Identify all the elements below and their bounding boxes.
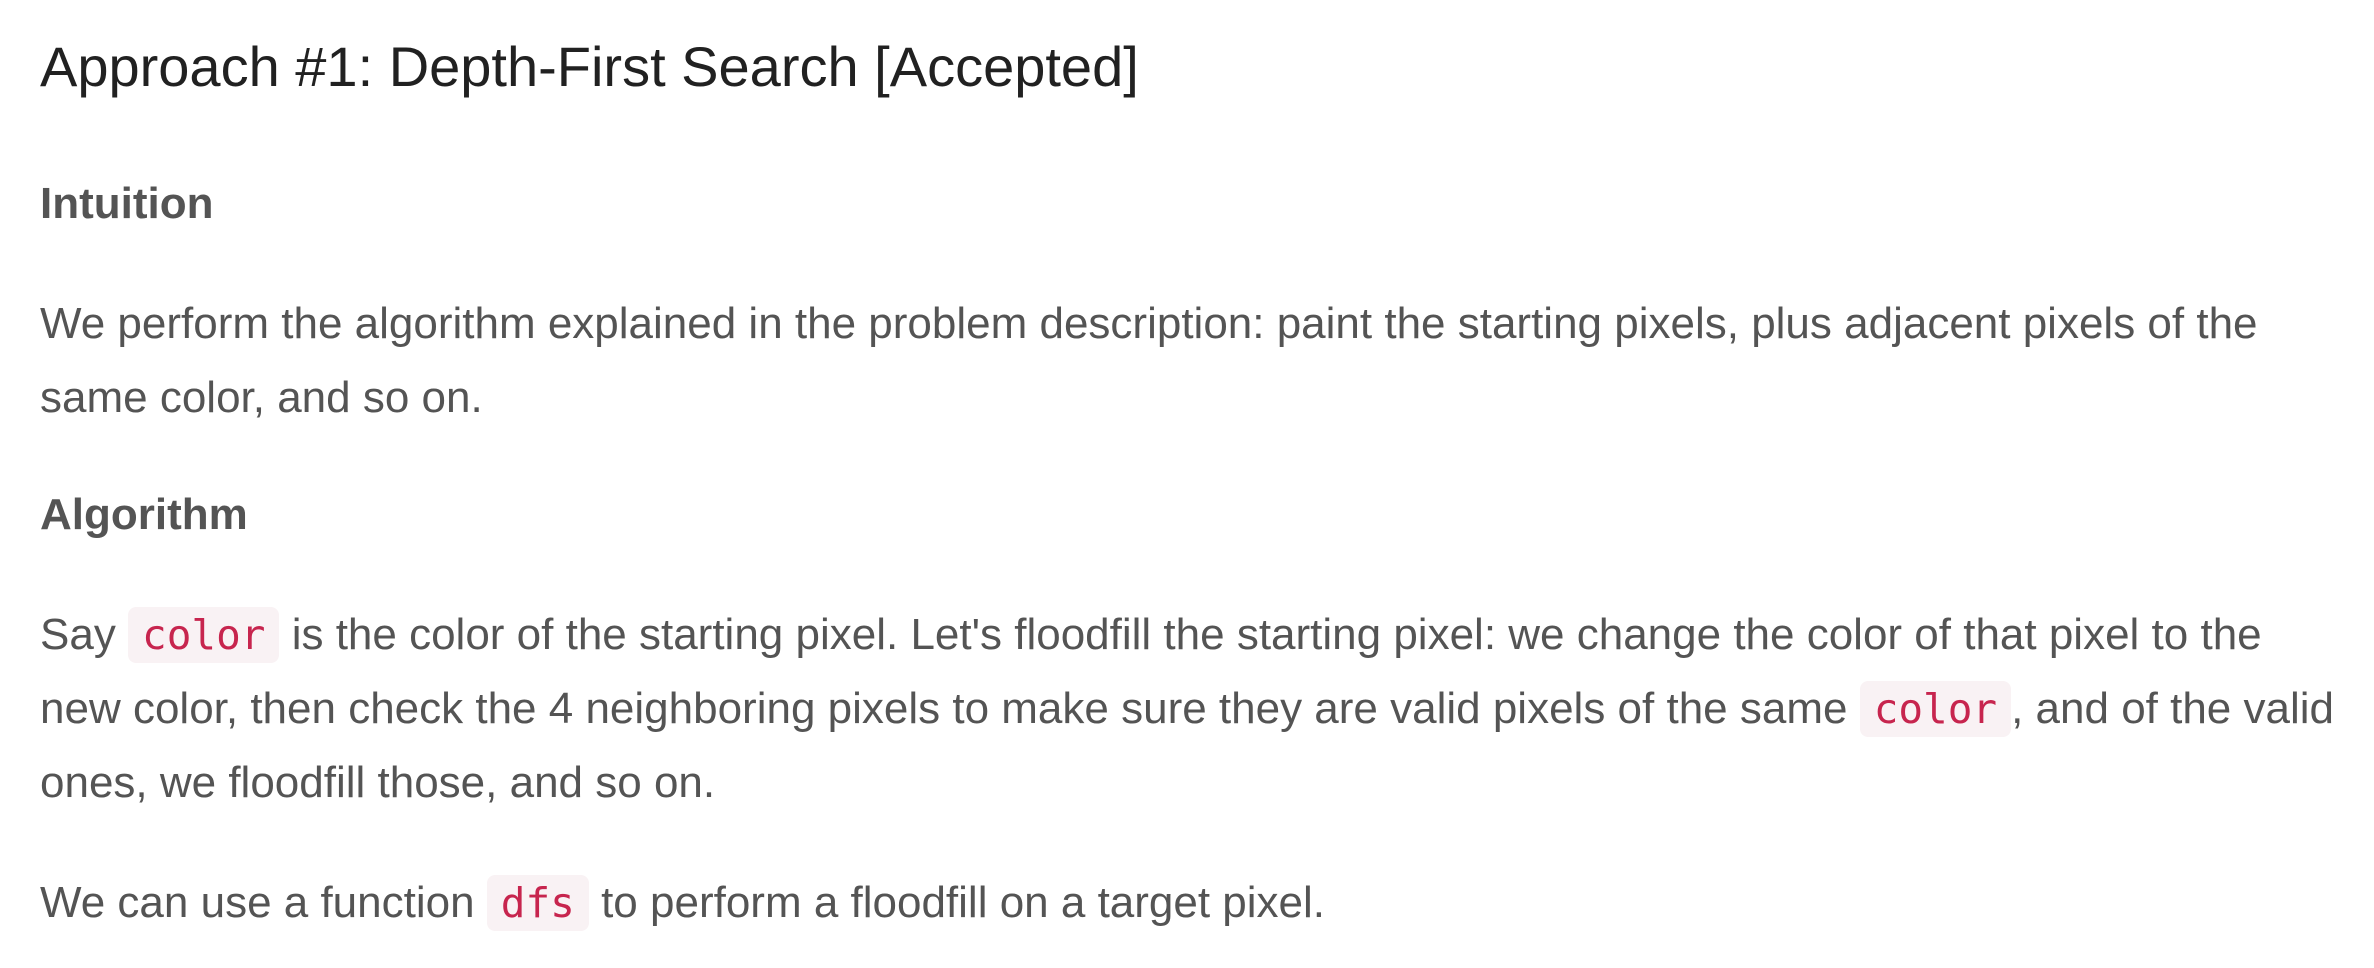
intuition-paragraph: We perform the algorithm explained in th…	[40, 299, 2258, 422]
algorithm-heading: Algorithm	[40, 490, 248, 539]
text-run: We can use a function	[40, 878, 487, 927]
approach-title: Approach #1: Depth-First Search [Accepte…	[40, 35, 1139, 98]
inline-code-color: color	[1859, 681, 2012, 737]
text-run: to perform a floodfill on a target pixel…	[588, 878, 1326, 927]
inline-code-color: color	[128, 607, 280, 663]
intuition-heading: Intuition	[40, 179, 214, 228]
dfs-paragraph: We can use a function dfs to perform a f…	[40, 866, 2340, 940]
algorithm-paragraph: Say color is the color of the starting p…	[40, 598, 2340, 820]
inline-code-dfs: dfs	[486, 875, 589, 931]
text-run: Say	[40, 610, 129, 659]
